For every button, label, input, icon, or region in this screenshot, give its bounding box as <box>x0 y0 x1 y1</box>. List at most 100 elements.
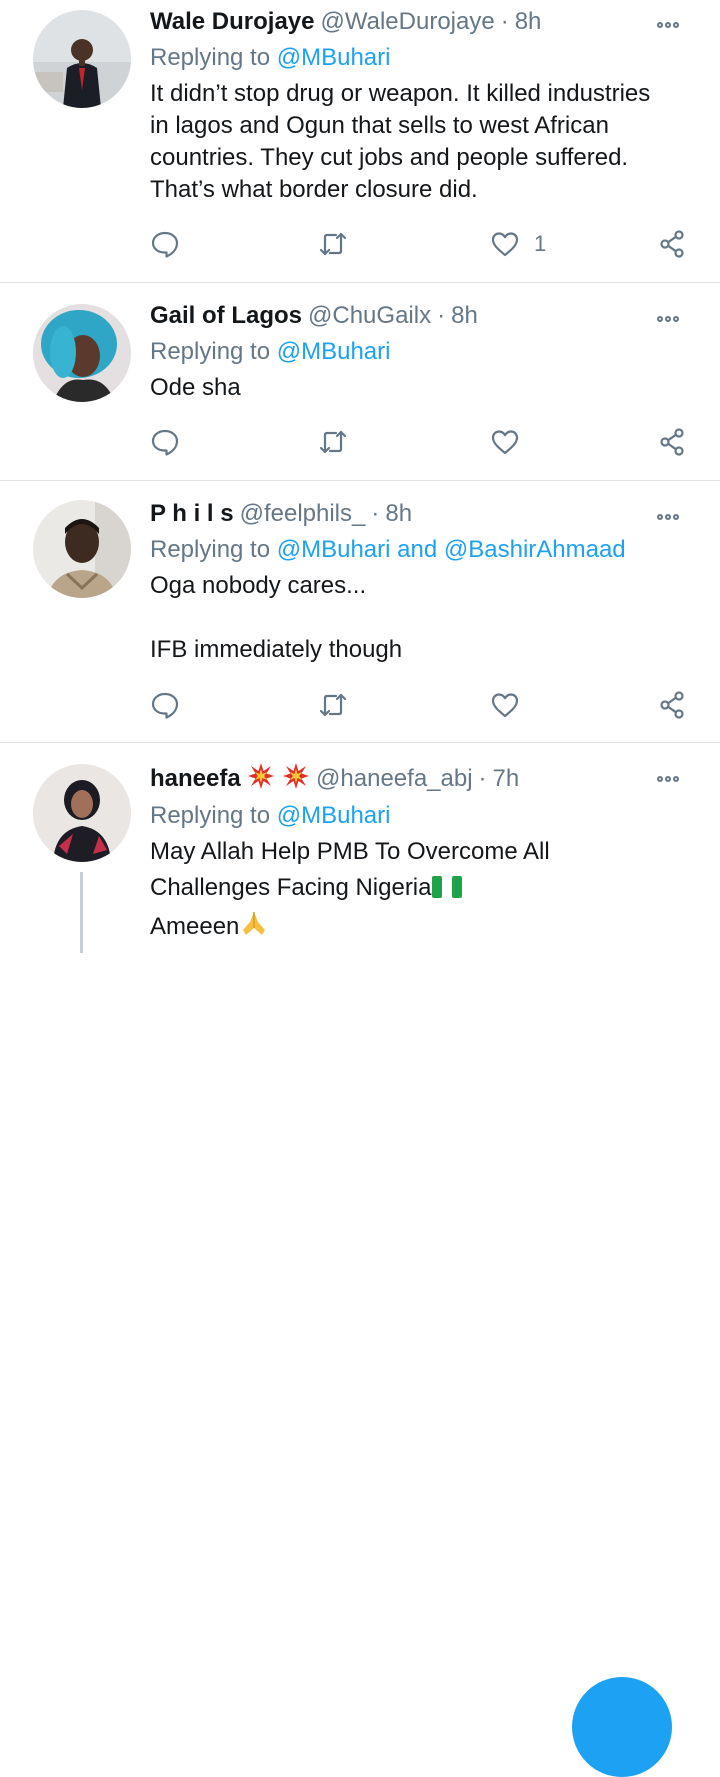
tweet-text: It didn’t stop drug or weapon. It killed… <box>150 78 690 206</box>
retweet-button[interactable] <box>318 690 348 720</box>
avatar[interactable] <box>33 764 131 862</box>
replying-to-label: Replying to <box>150 536 271 563</box>
separator-dot: · <box>437 302 446 329</box>
tweet-text-line: That’s what border closure did. <box>150 176 478 203</box>
thread-connector-line <box>80 872 83 953</box>
tweet-text-line: Ode sha <box>150 374 241 401</box>
tweet-haneefa[interactable]: haneefa @haneefa_abj · 7h Replying to @MBu… <box>0 742 720 1777</box>
retweet-button[interactable] <box>318 229 348 259</box>
tweet-header: P h i l s @feelphils_ · 8h <box>150 498 660 530</box>
replying-to: Replying to @MBuhari <box>150 336 390 368</box>
retweet-icon <box>319 430 347 454</box>
separator-dot: · <box>478 765 487 792</box>
tweet-text: Oga nobody cares... IFB immediately thou… <box>150 570 690 666</box>
share-button[interactable] <box>658 229 688 259</box>
tweet-header: Wale Durojaye @WaleDurojaye · 8h <box>150 6 660 38</box>
retweet-icon <box>319 232 347 256</box>
collision-emoji-icon <box>247 762 275 799</box>
heart-icon <box>491 430 519 455</box>
separator-dot: · <box>371 500 380 527</box>
reply-button[interactable] <box>150 427 180 457</box>
tweet-actions: 1 <box>150 229 690 259</box>
tweet-text-line: May Allah Help PMB To Overcome All <box>150 838 550 865</box>
tweet-phils[interactable]: P h i l s @feelphils_ · 8h Replying to @MBu… <box>0 480 720 743</box>
comment-bubble-icon <box>151 231 179 258</box>
tweet-text: May Allah Help PMB To Overcome All Chall… <box>150 836 690 944</box>
tweet-text: Ode sha <box>150 372 690 404</box>
compose-tweet-button[interactable] <box>572 1677 672 1777</box>
mention-joiner: and <box>397 536 438 563</box>
heart-icon <box>491 693 519 718</box>
tweet-text-line-with-emoji: Challenges Facing Nigeria <box>150 872 690 908</box>
more-options-icon[interactable] <box>657 510 687 524</box>
user-handle[interactable]: @feelphils_ <box>240 500 366 527</box>
avatar-image <box>33 10 131 108</box>
more-options-icon[interactable] <box>657 312 687 326</box>
tweet-actions <box>150 427 690 457</box>
tweet-text-line <box>150 602 690 634</box>
reply-button[interactable] <box>150 690 180 720</box>
like-button[interactable] <box>490 690 520 720</box>
replying-to-label: Replying to <box>150 802 271 829</box>
comment-bubble-icon <box>151 692 179 719</box>
tweet-text-line: IFB immediately though <box>150 636 403 663</box>
replying-to: Replying to @MBuhari and @BashirAhmaad <box>150 534 626 566</box>
heart-icon <box>491 232 519 257</box>
retweet-button[interactable] <box>318 427 348 457</box>
replying-to: Replying to @MBuhari <box>150 800 390 832</box>
user-handle[interactable]: @haneefa_abj <box>316 765 473 792</box>
mention-link[interactable]: @MBuhari <box>277 536 391 563</box>
avatar[interactable] <box>33 304 131 402</box>
tweet-text-line-with-emoji: Ameeen <box>150 908 690 944</box>
reply-button[interactable] <box>150 229 180 259</box>
avatar[interactable] <box>33 10 131 108</box>
tweet-text-line: in lagos and Ogun that sells to west Afr… <box>150 112 609 139</box>
avatar-image <box>33 304 131 402</box>
like-count: 1 <box>534 231 547 256</box>
tweet-header: haneefa @haneefa_abj · 7h <box>150 762 660 799</box>
share-button[interactable] <box>658 690 688 720</box>
avatar[interactable] <box>33 500 131 598</box>
display-name[interactable]: haneefa <box>150 765 241 792</box>
retweet-icon <box>319 693 347 717</box>
mention-link[interactable]: @MBuhari <box>277 338 391 365</box>
collision-emoji-icon <box>282 762 310 799</box>
replying-to-label: Replying to <box>150 44 271 71</box>
display-name[interactable]: P h i l s <box>150 500 234 527</box>
folded-hands-emoji-icon <box>239 908 269 947</box>
mention-link[interactable]: @MBuhari <box>277 44 391 71</box>
replying-to-label: Replying to <box>150 338 271 365</box>
user-handle[interactable]: @ChuGailx <box>308 302 431 329</box>
mention-link[interactable]: @MBuhari <box>277 802 391 829</box>
mention-link[interactable]: @BashirAhmaad <box>444 536 626 563</box>
tweet-text-line: It didn’t stop drug or weapon. It killed… <box>150 80 651 107</box>
tweet-gail-of-lagos[interactable]: Gail of Lagos @ChuGailx · 8h Replying to @M… <box>0 282 720 481</box>
tweet-time[interactable]: 8h <box>385 500 412 527</box>
more-options-icon[interactable] <box>657 18 687 32</box>
tweet-header: Gail of Lagos @ChuGailx · 8h <box>150 300 660 332</box>
share-button[interactable] <box>658 427 688 457</box>
tweet-wale-durojaye[interactable]: Wale Durojaye @WaleDurojaye · 8h Replying t… <box>0 0 720 283</box>
avatar-image <box>33 500 131 598</box>
share-icon <box>660 230 684 258</box>
like-button[interactable]: 1 <box>490 229 546 259</box>
avatar-image <box>33 764 131 862</box>
user-handle[interactable]: @WaleDurojaye <box>321 8 495 35</box>
comment-bubble-icon <box>151 429 179 456</box>
replying-to: Replying to @MBuhari <box>150 42 390 74</box>
tweet-text-line: Challenges Facing Nigeria <box>150 874 432 901</box>
nigeria-flag-emoji-icon <box>431 875 463 908</box>
tweet-time[interactable]: 8h <box>515 8 542 35</box>
like-button[interactable] <box>490 427 520 457</box>
tweet-text-line: Oga nobody cares... <box>150 572 367 599</box>
tweet-actions <box>150 690 690 720</box>
share-icon <box>660 428 684 456</box>
share-icon <box>660 691 684 719</box>
tweet-text-line: Ameeen <box>150 913 240 940</box>
tweet-text-line: countries. They cut jobs and people suff… <box>150 144 629 171</box>
display-name[interactable]: Wale Durojaye <box>150 8 315 35</box>
tweet-time[interactable]: 7h <box>493 765 520 792</box>
display-name[interactable]: Gail of Lagos <box>150 302 302 329</box>
more-options-icon[interactable] <box>657 772 687 786</box>
tweet-time[interactable]: 8h <box>451 302 478 329</box>
